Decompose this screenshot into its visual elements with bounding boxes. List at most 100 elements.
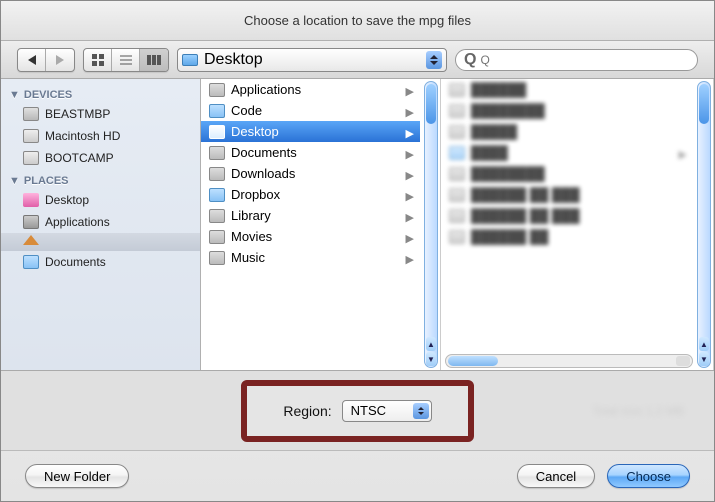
folder-icon <box>209 167 225 181</box>
sidebar-item-beastmbp[interactable]: BEASTMBP <box>1 103 200 125</box>
button-row: New Folder Cancel Choose <box>1 451 714 501</box>
scroll-thumb[interactable] <box>448 356 498 366</box>
file-item[interactable]: ████▶ <box>441 142 693 163</box>
folder-icon <box>449 146 465 160</box>
folder-icon <box>209 188 225 202</box>
folder-icon <box>449 83 465 97</box>
region-select[interactable]: NTSC <box>342 400 432 422</box>
folder-item-code[interactable]: Code▶ <box>201 100 420 121</box>
folder-icon <box>209 104 225 118</box>
folder-item-dropbox[interactable]: Dropbox▶ <box>201 184 420 205</box>
view-list-button[interactable] <box>112 49 140 71</box>
file-item[interactable]: ████████ <box>441 100 693 121</box>
chevron-right-icon: ▶ <box>406 232 414 245</box>
chevron-right-icon: ▶ <box>406 148 414 161</box>
hard-drive-icon <box>23 151 39 165</box>
forward-button[interactable] <box>46 49 74 71</box>
folder-icon <box>449 104 465 118</box>
folder-item-music[interactable]: Music▶ <box>201 247 420 268</box>
file-item[interactable]: ██████ ██ ███ <box>441 184 693 205</box>
search-input[interactable] <box>480 53 689 67</box>
folder-item-downloads[interactable]: Downloads▶ <box>201 163 420 184</box>
dropdown-arrows-icon <box>426 51 442 69</box>
folder-item-documents[interactable]: Documents▶ <box>201 142 420 163</box>
chevron-right-icon: ▶ <box>406 106 414 119</box>
nav-back-forward <box>17 48 75 72</box>
sidebar-item-home[interactable] <box>1 233 200 251</box>
accessory-view: Total size 1.2 MB Region: NTSC <box>1 371 714 451</box>
file-browser: ▼DEVICES BEASTMBP Macintosh HD BOOTCAMP … <box>1 79 714 371</box>
back-button[interactable] <box>18 49 46 71</box>
path-label: Desktop <box>204 51 263 69</box>
dropdown-arrows-icon <box>413 403 429 419</box>
sidebar-item-applications[interactable]: Applications <box>1 211 200 233</box>
file-icon <box>449 230 465 244</box>
sidebar-item-macintosh-hd[interactable]: Macintosh HD <box>1 125 200 147</box>
chevron-right-icon: ▶ <box>406 211 414 224</box>
home-icon <box>23 235 39 245</box>
applications-icon <box>23 215 39 229</box>
file-item[interactable]: ██████ ██ ███ <box>441 205 693 226</box>
file-item[interactable]: ████████ <box>441 163 693 184</box>
folder-icon <box>209 125 225 139</box>
column-2: ██████ ████████ █████ ████▶ ████████ ███… <box>441 79 714 370</box>
file-icon <box>449 167 465 181</box>
disclosure-triangle-icon[interactable]: ▼ <box>9 89 20 101</box>
view-column-button[interactable] <box>140 49 168 71</box>
folder-item-applications[interactable]: Applications▶ <box>201 79 420 100</box>
folder-icon <box>209 230 225 244</box>
save-dialog: Choose a location to save the mpg files … <box>0 0 715 502</box>
chevron-right-icon: ▶ <box>406 190 414 203</box>
scroll-thumb[interactable] <box>699 84 709 124</box>
chevron-right-icon: ▶ <box>406 253 414 266</box>
sidebar-item-documents[interactable]: Documents <box>1 251 200 273</box>
dialog-title: Choose a location to save the mpg files <box>1 1 714 41</box>
file-item[interactable]: █████ <box>441 121 693 142</box>
file-item[interactable]: ██████ <box>441 79 693 100</box>
scrollbar-vertical[interactable]: ▲ ▼ <box>424 81 438 368</box>
sidebar-item-desktop[interactable]: Desktop <box>1 189 200 211</box>
folder-item-movies[interactable]: Movies▶ <box>201 226 420 247</box>
scroll-right-button[interactable] <box>676 356 690 366</box>
folder-icon <box>182 54 198 66</box>
chevron-right-icon: ▶ <box>406 85 414 98</box>
folder-icon <box>209 146 225 160</box>
folder-icon <box>23 255 39 269</box>
folder-icon <box>209 83 225 97</box>
scrollbar-horizontal[interactable] <box>445 354 693 368</box>
search-icon: Q <box>464 51 476 69</box>
sidebar-section-devices: ▼DEVICES <box>1 83 200 103</box>
folder-item-library[interactable]: Library▶ <box>201 205 420 226</box>
chevron-right-icon: ▶ <box>406 127 414 140</box>
choose-button[interactable]: Choose <box>607 464 690 488</box>
new-folder-button[interactable]: New Folder <box>25 464 129 488</box>
scroll-up-button[interactable]: ▲ <box>426 337 436 351</box>
folder-icon <box>209 209 225 223</box>
scrollbar-vertical[interactable]: ▲ ▼ <box>697 81 711 368</box>
region-value: NTSC <box>351 403 386 418</box>
folder-icon <box>209 251 225 265</box>
folder-item-desktop[interactable]: Desktop▶ <box>201 121 420 142</box>
desktop-icon <box>23 193 39 207</box>
view-icon-button[interactable] <box>84 49 112 71</box>
scroll-down-button[interactable]: ▼ <box>426 352 436 366</box>
scroll-up-button[interactable]: ▲ <box>699 337 709 351</box>
sidebar-item-bootcamp[interactable]: BOOTCAMP <box>1 147 200 169</box>
cancel-button[interactable]: Cancel <box>517 464 595 488</box>
scroll-thumb[interactable] <box>426 84 436 124</box>
file-icon <box>449 209 465 223</box>
hard-drive-icon <box>23 129 39 143</box>
file-icon <box>449 188 465 202</box>
region-highlight: Region: NTSC <box>241 380 473 442</box>
view-mode-selector <box>83 48 169 72</box>
toolbar: Desktop Q <box>1 41 714 79</box>
search-field[interactable]: Q <box>455 49 698 71</box>
folder-icon <box>449 125 465 139</box>
file-item[interactable]: ██████ ██ <box>441 226 693 247</box>
chevron-right-icon: ▶ <box>406 169 414 182</box>
column-1: Applications▶ Code▶ Desktop▶ Documents▶ … <box>201 79 441 370</box>
sidebar-section-places: ▼PLACES <box>1 169 200 189</box>
path-popup[interactable]: Desktop <box>177 48 447 72</box>
scroll-down-button[interactable]: ▼ <box>699 352 709 366</box>
disclosure-triangle-icon[interactable]: ▼ <box>9 175 20 187</box>
